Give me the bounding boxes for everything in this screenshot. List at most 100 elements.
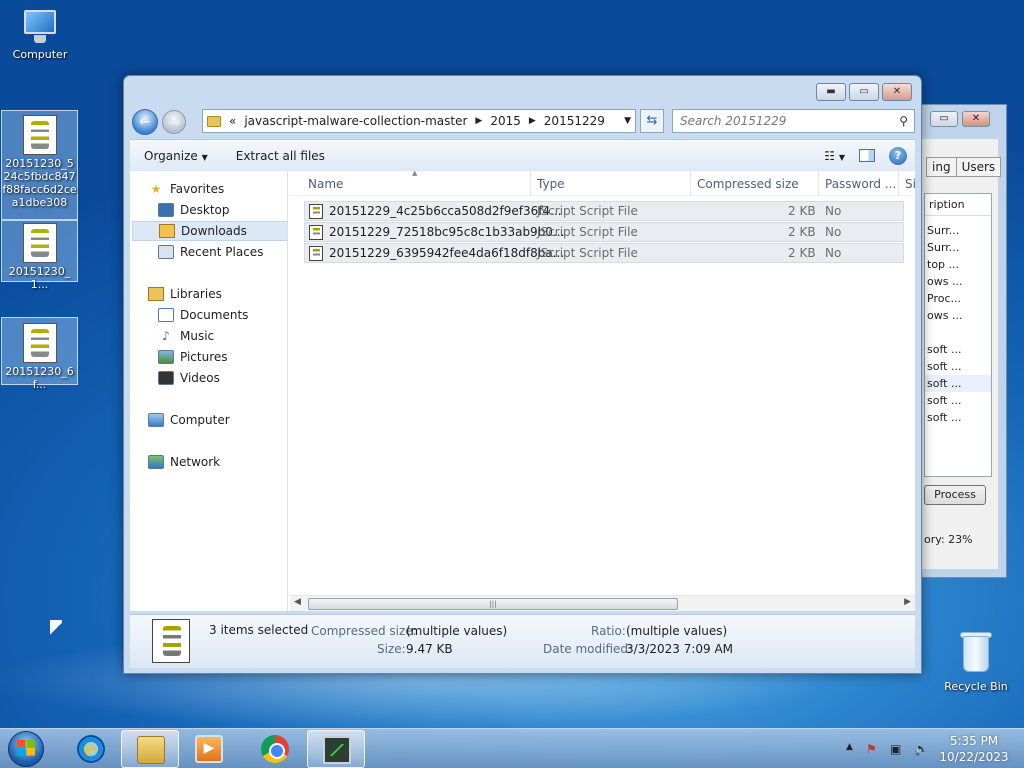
column-header-description[interactable]: ription [925,194,991,216]
script-file-icon [309,225,323,240]
file-row[interactable]: 20151229_6395942fee4da6f18df8ba... JScri… [304,243,904,263]
breadcrumb-item[interactable]: 20151229 [544,114,605,128]
folder-icon [207,115,221,127]
horizontal-scrollbar[interactable]: ◀ ||| ▶ [290,595,915,611]
explorer-window[interactable]: ▬ ▭ ✕ ← → « javascript-malware-collectio… [123,75,922,674]
forward-button[interactable]: → [162,110,186,134]
nav-item-downloads[interactable]: Downloads [132,221,287,241]
taskbar-task-manager[interactable] [307,730,365,768]
process-row[interactable]: top ... [925,256,991,273]
tab-networking[interactable]: ing [926,157,957,177]
column-header-size[interactable]: Si [905,177,915,191]
scroll-left-arrow[interactable]: ◀ [294,597,301,607]
desktop-icon-computer[interactable]: Computer [8,8,72,61]
process-row[interactable]: ows ... [925,273,991,290]
chevron-right-icon[interactable]: ▶ [475,116,482,126]
script-file-icon [22,323,57,363]
file-row[interactable]: 20151229_72518bc95c8c1b33ab9b0... JScrip… [304,222,904,242]
taskbar-media-player[interactable]: ▶ [180,730,238,768]
network-status-icon[interactable]: ▣ [890,742,901,756]
nav-item-libraries[interactable]: Libraries [148,284,287,304]
scrollbar-thumb[interactable]: ||| [308,598,678,610]
chevron-down-icon[interactable]: ▼ [624,116,631,126]
close-button[interactable]: ✕ [962,111,990,127]
maximize-button[interactable]: ▭ [849,83,879,101]
view-options-icon[interactable]: ☷ ▼ [824,149,845,163]
documents-icon [158,308,174,322]
refresh-button[interactable]: ⇆ [640,109,664,133]
script-file-icon [309,204,323,219]
details-pane: 3 items selected Compressed size: (multi… [130,614,915,668]
network-icon [148,455,164,469]
breadcrumb-item[interactable]: 2015 [490,114,521,128]
column-header-type[interactable]: Type [537,177,565,191]
breadcrumb-overflow[interactable]: « [229,114,236,128]
address-bar[interactable]: « javascript-malware-collection-master ▶… [202,109,636,133]
process-row[interactable]: Proc... [925,290,991,307]
column-header-compressed-size[interactable]: Compressed size [697,177,799,191]
taskbar-internet-explorer[interactable]: e [62,730,120,768]
column-header-name[interactable]: Name [308,177,343,191]
nav-item-favorites[interactable]: ★ Favorites [148,179,287,199]
process-row[interactable]: Surr... [925,239,991,256]
clock[interactable]: 5:35 PM 10/22/2023 [928,733,1020,765]
search-icon[interactable]: ⚲ [899,114,908,128]
taskbar-chrome[interactable] [246,730,304,768]
desktop-icon [158,203,174,217]
process-row[interactable] [925,324,991,341]
search-input[interactable]: Search 20151229 ⚲ [672,109,915,133]
memory-status: ory: 23% [924,533,973,546]
nav-item-pictures[interactable]: Pictures [158,347,286,367]
desktop-icon-label: Recycle Bin [944,680,1008,693]
extract-all-button[interactable]: Extract all files [222,149,339,163]
minimize-button[interactable]: ▬ [816,83,846,101]
nav-item-music[interactable]: ♪ Music [158,326,286,346]
nav-item-recent-places[interactable]: Recent Places [158,242,286,262]
start-button[interactable] [4,729,48,768]
help-icon[interactable]: ? [889,146,907,165]
close-button[interactable]: ✕ [882,83,912,101]
nav-item-network[interactable]: Network [148,452,287,472]
task-manager-window[interactable]: ▭ ✕ ing Users ription Surr... Surr... to… [917,104,1007,578]
tab-users[interactable]: Users [955,157,1002,177]
desktop-icon-recycle-bin[interactable]: Recycle Bin [940,630,1012,693]
process-row[interactable]: Surr... [925,222,991,239]
column-header-password[interactable]: Password ... [825,177,896,191]
desktop-icon-script-file-1[interactable]: 20151230_524c5fbdc847f88facc6d2cea1dbe30… [1,110,78,220]
nav-item-documents[interactable]: Documents [158,305,286,325]
organize-button[interactable]: Organize ▼ [130,149,222,163]
process-row[interactable]: soft ... [925,358,991,375]
process-row[interactable]: soft ... [925,409,991,426]
back-button[interactable]: ← [132,109,158,135]
process-row[interactable]: ows ... [925,307,991,324]
action-center-flag-icon[interactable]: ⚑ [866,742,877,756]
taskbar: e ▶ ▲ ⚑ ▣ 🔈 5:35 PM 10/22/2023 [0,728,1024,768]
mouse-cursor [50,620,62,638]
nav-item-desktop[interactable]: Desktop [158,200,286,220]
desktop-icon-script-file-3[interactable]: 20151230_6f... [1,317,78,391]
breadcrumb-item[interactable]: javascript-malware-collection-master [244,114,467,128]
sort-up-icon: ▲ [412,171,418,177]
show-hidden-icons-icon[interactable]: ▲ [846,742,853,752]
maximize-button[interactable]: ▭ [930,111,958,127]
file-list[interactable]: Name ▲ Type Compressed size Password ...… [290,171,915,611]
taskbar-windows-explorer[interactable] [121,730,179,768]
file-row[interactable]: 20151229_4c25b6cca508d2f9ef36f4... JScri… [304,201,904,221]
compressed-size-key: Compressed size: [311,624,417,638]
end-process-button[interactable]: Process [924,485,986,505]
volume-muted-icon[interactable]: 🔈 [914,742,929,756]
process-row[interactable]: soft ... [925,375,991,392]
process-list[interactable]: ription Surr... Surr... top ... ows ... … [924,193,992,477]
column-headers: Name ▲ Type Compressed size Password ...… [290,171,915,196]
process-row[interactable]: soft ... [925,392,991,409]
internet-explorer-icon: e [77,735,105,763]
chevron-right-icon[interactable]: ▶ [529,116,536,126]
desktop-icon-script-file-2[interactable]: 20151230_1... [1,220,78,291]
scroll-right-arrow[interactable]: ▶ [904,597,911,607]
downloads-folder-icon [159,224,175,238]
nav-item-videos[interactable]: Videos [158,368,286,388]
windows-logo-icon [17,740,35,756]
preview-pane-icon[interactable] [859,149,875,162]
nav-item-computer[interactable]: Computer [148,410,287,430]
process-row[interactable]: soft ... [925,341,991,358]
